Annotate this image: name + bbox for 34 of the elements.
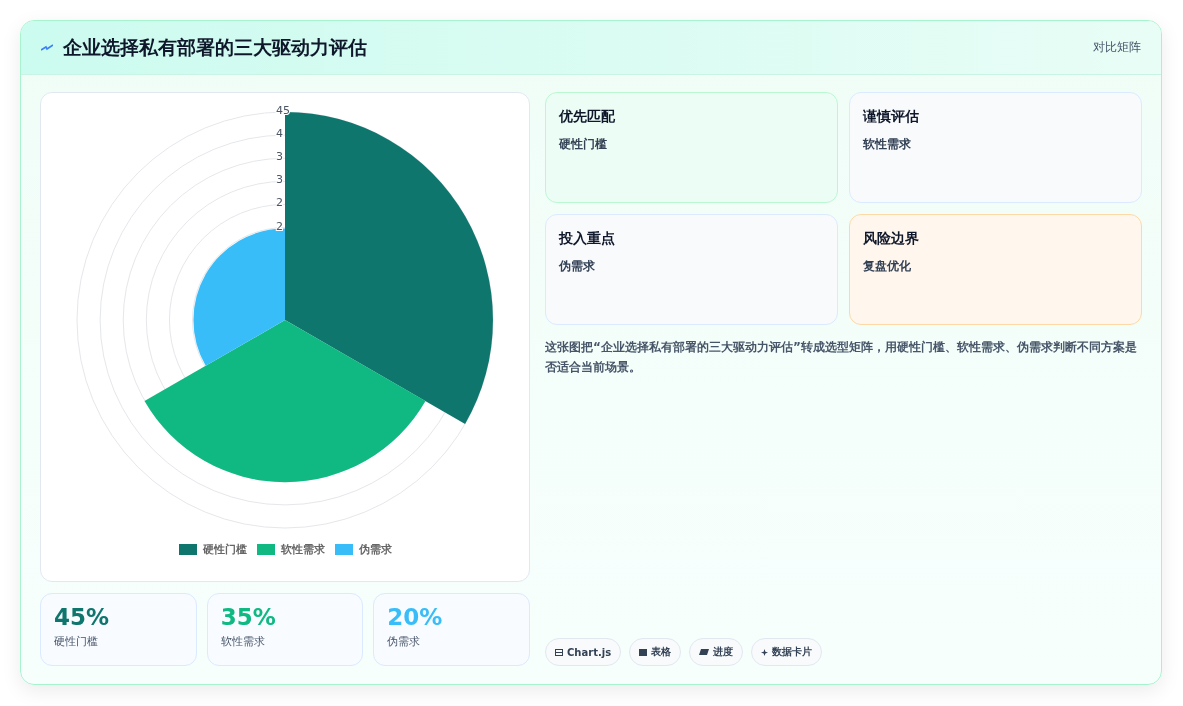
legend-label: 伪需求 xyxy=(358,542,392,557)
sparkle-icon xyxy=(761,648,769,656)
axis-tick-label: 2 xyxy=(276,196,283,210)
axis-tick-label: 4 xyxy=(276,127,283,141)
stat-label: 伪需求 xyxy=(387,634,422,649)
page-title: 企业选择私有部署的三大驱动力评估 xyxy=(63,34,367,60)
stat-label: 软性需求 xyxy=(220,634,266,649)
square-icon xyxy=(639,648,648,656)
axis-tick-label: 45 xyxy=(276,104,290,117)
tag-chip[interactable]: 进度 xyxy=(689,638,744,666)
compare-matrix-link[interactable]: 对比矩阵 xyxy=(1093,39,1141,56)
legend-label: 硬性门槛 xyxy=(202,542,247,557)
stat-value: 35% xyxy=(220,604,277,630)
tag-chip[interactable]: 数据卡片 xyxy=(751,638,823,666)
bar-icon xyxy=(699,649,710,655)
axis-tick-label: 3 xyxy=(276,173,283,187)
matrix-text: 复盘优化 xyxy=(863,258,912,275)
tag-chip[interactable]: 表格 xyxy=(629,638,682,666)
stat-label: 硬性门槛 xyxy=(54,634,99,649)
matrix-text: 软性需求 xyxy=(863,136,912,153)
matrix-text: 伪需求 xyxy=(559,258,596,275)
legend-label: 软性需求 xyxy=(280,542,325,557)
matrix-title: 谨慎评估 xyxy=(863,108,920,126)
axis-tick-label: 3 xyxy=(276,150,283,164)
description-text: 这张图把“企业选择私有部署的三大驱动力评估”转成选型矩阵，用硬性门槛、软性需求、伪需求判断不同方案是否适合当前场景。 xyxy=(545,339,1138,376)
lightning-icon xyxy=(41,43,53,52)
matrix-title: 优先匹配 xyxy=(559,108,616,126)
stat-value: 45% xyxy=(54,604,111,630)
matrix-title: 投入重点 xyxy=(559,230,616,248)
tag-chip[interactable]: Chart.js xyxy=(545,638,622,666)
stat-value: 20% xyxy=(387,604,444,630)
matrix-title: 风险边界 xyxy=(863,230,920,248)
matrix-text: 硬性门槛 xyxy=(559,136,608,153)
window-icon xyxy=(555,648,563,656)
